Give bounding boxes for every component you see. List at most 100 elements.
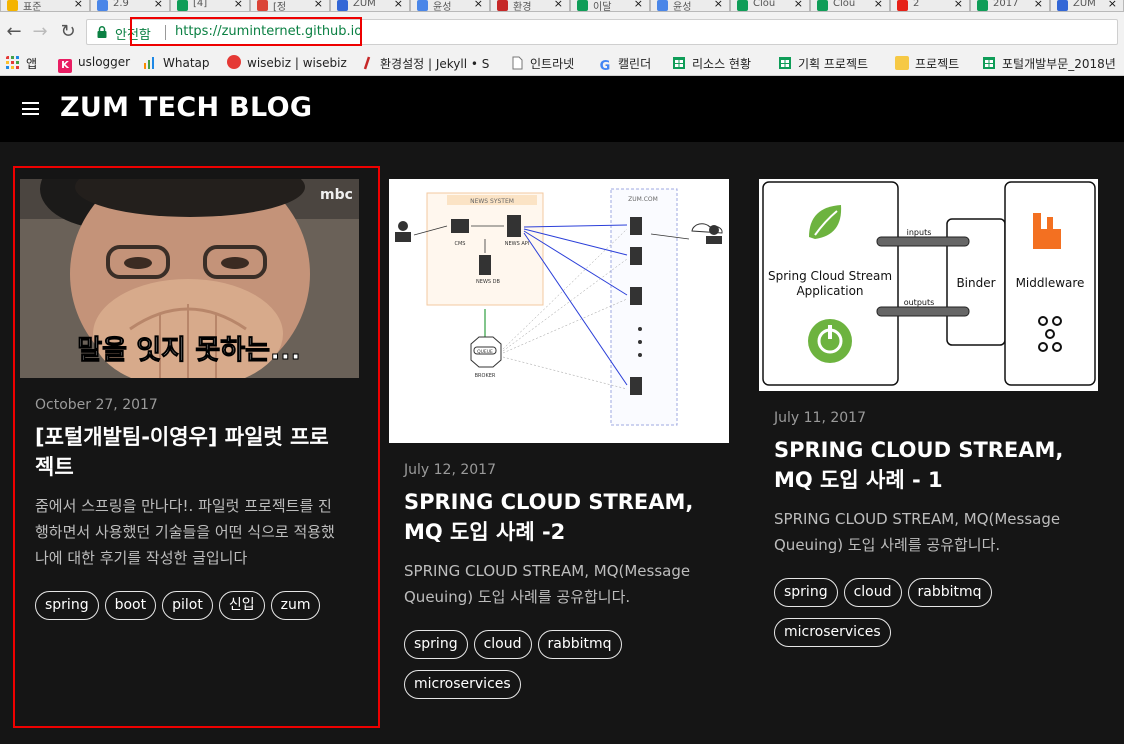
bookmark-item[interactable]: 프로젝트 <box>895 55 959 73</box>
folder-icon <box>895 56 909 70</box>
tag-chip[interactable]: microservices <box>774 618 891 647</box>
diagram-label: CMS <box>455 241 466 247</box>
bookmark-item[interactable]: 앱 <box>6 55 37 73</box>
browser-tab[interactable]: [4] × <box>170 0 250 12</box>
tab-close-icon[interactable]: × <box>394 0 403 10</box>
site-title[interactable]: ZUM TECH BLOG <box>60 92 312 123</box>
diagram-label: Binder <box>956 276 995 290</box>
tab-favicon <box>337 0 348 11</box>
post-date: July 11, 2017 <box>774 410 866 426</box>
tab-close-icon[interactable]: × <box>874 0 883 10</box>
tab-close-icon[interactable]: × <box>554 0 563 10</box>
browser-tab[interactable]: 윤성 × <box>650 0 730 12</box>
tab-favicon <box>977 0 988 11</box>
tab-close-icon[interactable]: × <box>74 0 83 10</box>
tab-close-icon[interactable]: × <box>314 0 323 10</box>
bookmarks-bar: 앱 Kuslogger Whatap wisebiz | wisebiz 환경설… <box>0 52 1124 76</box>
diagram-label: BROKER <box>475 373 496 379</box>
tab-favicon <box>497 0 508 11</box>
tab-close-icon[interactable]: × <box>634 0 643 10</box>
tab-close-icon[interactable]: × <box>1034 0 1043 10</box>
apps-icon <box>6 56 19 69</box>
diagram-label: NEWS API <box>505 241 530 247</box>
g-icon: G <box>599 59 611 74</box>
tag-chip[interactable]: microservices <box>404 670 521 699</box>
forward-icon[interactable]: → <box>28 20 52 44</box>
jekyll-icon <box>363 56 371 70</box>
tag-chip[interactable]: spring <box>404 630 468 659</box>
tab-favicon <box>1057 0 1068 11</box>
tab-favicon <box>7 0 18 11</box>
tab-favicon <box>737 0 748 11</box>
wisebiz-icon <box>227 55 241 69</box>
tag-list: spring cloud rabbitmq microservices <box>774 578 1083 658</box>
bookmark-item[interactable]: wisebiz | wisebiz <box>227 55 347 73</box>
post-excerpt: SPRING CLOUD STREAM, MQ(Message Queuing)… <box>404 562 691 606</box>
tab-favicon <box>97 0 108 11</box>
card-highlight-box <box>13 166 380 728</box>
diagram-label: QUEUE <box>477 349 493 355</box>
back-icon[interactable]: ← <box>2 20 26 44</box>
bookmark-item[interactable]: 기획 프로젝트 <box>778 55 868 73</box>
post-card[interactable]: NEWS SYSTEM ZUM.COM CMS NEWS API NEWS DB… <box>389 179 729 710</box>
site-header: ZUM TECH BLOG <box>0 76 1124 142</box>
tag-chip[interactable]: cloud <box>473 630 532 659</box>
bars-icon <box>144 57 154 69</box>
tab-close-icon[interactable]: × <box>1108 0 1117 10</box>
browser-tab[interactable]: 이달 × <box>570 0 650 12</box>
tab-close-icon[interactable]: × <box>154 0 163 10</box>
tab-close-icon[interactable]: × <box>794 0 803 10</box>
browser-tab[interactable]: 2.9 × <box>90 0 170 12</box>
tag-chip[interactable]: spring <box>774 578 838 607</box>
url-highlight-box <box>130 17 362 46</box>
tab-favicon <box>577 0 588 11</box>
bookmark-item[interactable]: Kuslogger <box>58 55 130 73</box>
diagram-label: Spring Cloud Stream <box>768 269 892 283</box>
browser-tab[interactable]: Clou × <box>810 0 890 12</box>
browser-tab[interactable]: 표준 × <box>0 0 90 12</box>
tag-chip[interactable]: rabbitmq <box>537 630 622 659</box>
post-title[interactable]: SPRING CLOUD STREAM, MQ 도입 사례 - 1 <box>774 435 1083 495</box>
reload-icon[interactable]: ↻ <box>56 20 80 44</box>
browser-tab[interactable]: 2 × <box>890 0 970 12</box>
browser-tab[interactable]: 환경 × <box>490 0 570 12</box>
tab-close-icon[interactable]: × <box>474 0 483 10</box>
tab-favicon <box>817 0 828 11</box>
k-icon: K <box>58 59 72 73</box>
browser-tab[interactable]: 윤성 × <box>410 0 490 12</box>
tab-favicon <box>257 0 268 11</box>
diagram-label: ZUM.COM <box>628 196 658 203</box>
menu-icon[interactable] <box>22 102 39 115</box>
bookmark-item[interactable]: 환경설정 | Jekyll • S <box>360 55 489 73</box>
bookmark-item[interactable]: 리소스 현황 <box>672 55 751 73</box>
sheet-icon <box>673 57 685 69</box>
browser-tab[interactable]: ZUM × <box>1050 0 1124 12</box>
tab-close-icon[interactable]: × <box>234 0 243 10</box>
browser-tab[interactable]: [정 × <box>250 0 330 12</box>
sheet-icon <box>779 57 791 69</box>
tab-favicon <box>177 0 188 11</box>
diagram-label: outputs <box>904 298 935 307</box>
bookmark-item[interactable]: 포털개발부문_2018년 <box>982 55 1116 73</box>
diagram-label: Middleware <box>1016 276 1085 290</box>
diagram-label: NEWS SYSTEM <box>470 198 514 205</box>
bookmark-item[interactable]: Whatap <box>143 55 210 73</box>
browser-tab[interactable]: ZUM × <box>330 0 410 12</box>
browser-tab[interactable]: Clou × <box>730 0 810 12</box>
browser-tab[interactable]: 2017 × <box>970 0 1050 12</box>
tab-favicon <box>897 0 908 11</box>
tag-chip[interactable]: rabbitmq <box>907 578 992 607</box>
diagram-label: inputs <box>907 228 932 237</box>
tab-close-icon[interactable]: × <box>714 0 723 10</box>
diagram-label: NEWS DB <box>476 279 500 285</box>
tag-chip[interactable]: cloud <box>843 578 902 607</box>
post-title[interactable]: SPRING CLOUD STREAM, MQ 도입 사례 -2 <box>404 487 714 547</box>
tab-strip: 표준 × 2.9 × [4] × [정 × ZUM × 윤성 × 환경 × 이달 × 윤성 × C… <box>0 0 1124 12</box>
tab-close-icon[interactable]: × <box>954 0 963 10</box>
post-card[interactable]: inputs outputs Spring Cloud Stream Appli… <box>759 179 1098 658</box>
sheet-icon <box>983 57 995 69</box>
bookmark-item[interactable]: 인트라넷 <box>510 55 574 73</box>
bookmark-item[interactable]: G 캘린더 <box>598 55 651 74</box>
post-thumbnail[interactable]: inputs outputs Spring Cloud Stream Appli… <box>759 179 1098 391</box>
post-thumbnail[interactable]: NEWS SYSTEM ZUM.COM CMS NEWS API NEWS DB… <box>389 179 729 443</box>
